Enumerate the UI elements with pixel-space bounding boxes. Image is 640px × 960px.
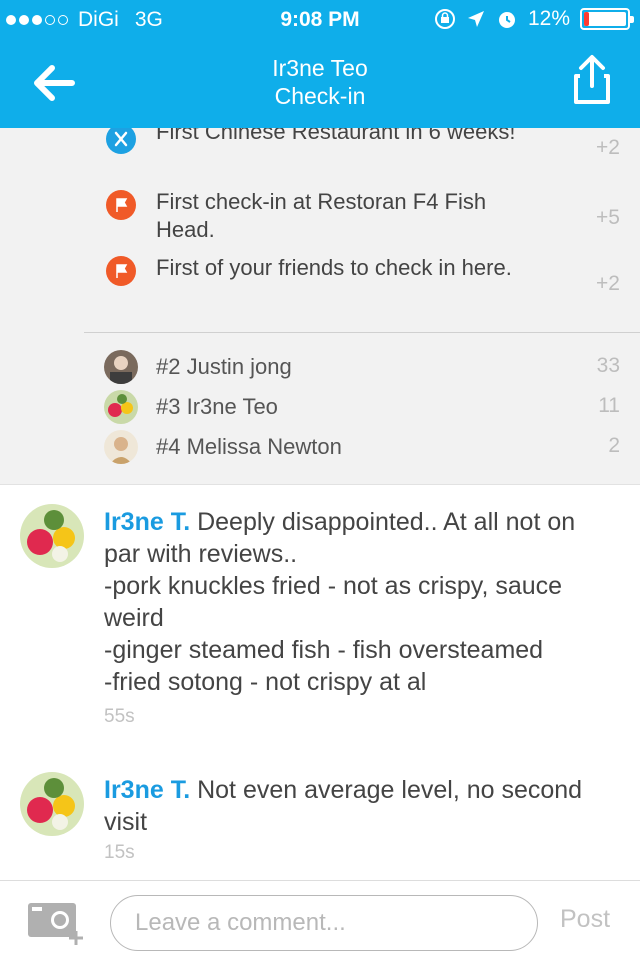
rotation-lock-icon	[434, 9, 455, 29]
page-title-name: Ir3ne Teo	[272, 55, 368, 81]
checkin-summary-panel: First Chinese Restaurant in 6 weeks! +2 …	[0, 128, 640, 485]
add-photo-button[interactable]	[26, 899, 90, 947]
alarm-icon	[498, 12, 515, 28]
fork-knife-icon	[106, 128, 136, 154]
avatar	[104, 430, 138, 464]
header: DiGi 3G 9:08 PM 12% Ir3ne Teo Check-in	[0, 0, 640, 128]
leaderboard-row[interactable]: #4 Melissa Newton 2	[0, 430, 640, 466]
comment-input[interactable]	[110, 895, 538, 951]
status-bar: DiGi 3G 9:08 PM 12%	[0, 0, 640, 40]
leaderboard-row[interactable]: #2 Justin jong 33	[0, 350, 640, 386]
post-button[interactable]: Post	[560, 905, 610, 934]
leaderboard-score: 11	[598, 394, 620, 417]
bonus-text: First of your friends to check in here.	[156, 255, 512, 280]
comment-author-link[interactable]: Ir3ne T.	[104, 776, 190, 804]
comment-body: Ir3ne T. Deeply disappointed.. At all no…	[104, 506, 614, 698]
camera-add-icon	[28, 903, 83, 945]
leaderboard-name: #2 Justin jong	[156, 354, 292, 379]
leaderboard-score: 2	[608, 434, 620, 457]
avatar	[104, 390, 138, 424]
flag-icon	[106, 256, 136, 286]
page-title: Ir3ne Teo Check-in	[0, 54, 640, 110]
share-icon	[574, 55, 610, 104]
avatar	[104, 350, 138, 384]
leaderboard-row[interactable]: #3 Ir3ne Teo 11	[0, 390, 640, 426]
comment-composer: Post	[0, 880, 640, 960]
location-arrow-icon	[467, 11, 484, 27]
bonus-text: First check-in at Restoran F4 Fish Head.	[156, 189, 487, 242]
leaderboard-name: #4 Melissa Newton	[156, 434, 342, 459]
comment-timestamp: 55s	[104, 706, 135, 727]
share-button[interactable]	[572, 54, 612, 106]
avatar[interactable]	[20, 504, 84, 568]
page-title-subtitle: Check-in	[274, 83, 366, 109]
bonus-text: First Chinese Restaurant in 6 weeks!	[156, 128, 516, 144]
comment-body: Ir3ne T. Not even average level, no seco…	[104, 774, 614, 838]
comment-text: Deeply disappointed.. At all not on par …	[104, 508, 576, 696]
bonus-points: +2	[596, 272, 620, 295]
battery-percent: 12%	[527, 7, 570, 30]
leaderboard-name: #3 Ir3ne Teo	[156, 394, 278, 419]
divider	[84, 332, 640, 333]
nav-bar: Ir3ne Teo Check-in	[0, 40, 640, 128]
comment-author-link[interactable]: Ir3ne T.	[104, 508, 190, 536]
leaderboard-score: 33	[596, 354, 620, 377]
bonus-points: +5	[596, 206, 620, 229]
avatar[interactable]	[20, 772, 84, 836]
flag-icon	[106, 190, 136, 220]
bonus-points: +2	[596, 136, 620, 159]
battery-icon	[580, 8, 634, 30]
comment-timestamp: 15s	[104, 842, 135, 863]
